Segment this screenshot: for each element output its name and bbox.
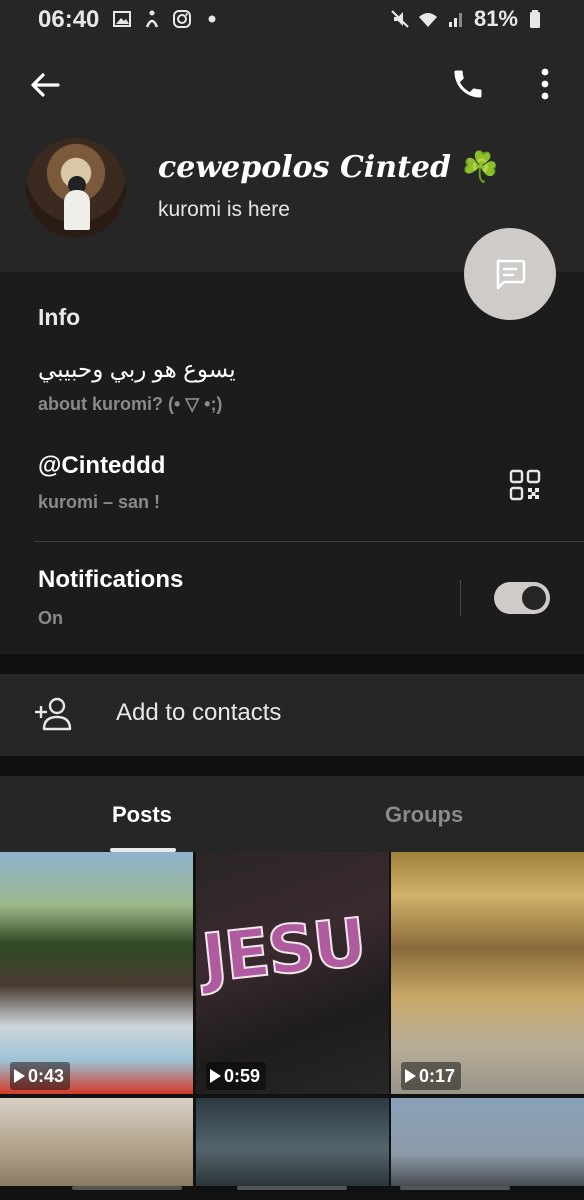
signal-icon xyxy=(448,13,462,27)
system-nav-bar xyxy=(0,1186,584,1200)
nav-back-hint[interactable] xyxy=(400,1186,510,1190)
wifi-icon xyxy=(418,13,437,27)
play-icon xyxy=(405,1069,416,1083)
mute-icon xyxy=(391,10,409,28)
video-duration-badge: 0:59 xyxy=(206,1062,267,1090)
toggle-knob xyxy=(520,584,548,612)
add-to-contacts-label: Add to contacts xyxy=(116,699,282,726)
profile-name: cewepolos Cinted ☘️ xyxy=(158,150,499,185)
divider xyxy=(34,541,584,542)
nav-home-hint[interactable] xyxy=(237,1186,347,1190)
more-vert-icon[interactable] xyxy=(528,66,562,102)
section-gap xyxy=(0,654,584,674)
video-duration: 0:17 xyxy=(419,1065,456,1086)
posts-grid: 0:43 JESU 0:59 0:17 xyxy=(0,852,584,1200)
profile-status: kuromi is here xyxy=(158,198,290,221)
video-duration: 0:43 xyxy=(28,1065,65,1086)
video-duration: 0:59 xyxy=(224,1065,261,1086)
avatar[interactable] xyxy=(26,138,126,238)
phone-icon[interactable] xyxy=(450,66,486,102)
post-thumbnail[interactable] xyxy=(196,1098,389,1200)
post-overlay-text: JESU xyxy=(197,903,369,999)
info-section: Info يسوع هو ربي وحبيبي about kuromi? (•… xyxy=(0,272,584,654)
battery-percent: 81% xyxy=(473,6,518,31)
notifications-title[interactable]: Notifications xyxy=(38,566,183,594)
battery-icon xyxy=(530,10,540,28)
section-gap xyxy=(0,756,584,776)
accessibility-icon xyxy=(145,10,159,28)
profile-name-text: cewepolos Cinted xyxy=(158,150,451,185)
status-bar: 06:40 81% xyxy=(0,0,584,40)
tab-posts[interactable]: Posts xyxy=(112,802,172,828)
instagram-icon xyxy=(173,10,191,28)
play-icon xyxy=(210,1069,221,1083)
username-label: kuromi – san ! xyxy=(38,492,161,512)
post-thumbnail[interactable]: 0:43 xyxy=(0,852,193,1094)
post-thumbnail[interactable] xyxy=(0,1098,193,1200)
clover-emoji: ☘️ xyxy=(461,150,499,185)
post-thumbnail[interactable] xyxy=(391,1098,584,1200)
bio-label: about kuromi? (• ▽ •;) xyxy=(38,394,223,414)
tab-groups[interactable]: Groups xyxy=(385,802,463,828)
add-person-icon xyxy=(35,697,72,731)
vertical-separator xyxy=(460,580,461,616)
qr-code-icon[interactable] xyxy=(508,468,542,502)
nav-recents-hint[interactable] xyxy=(72,1186,182,1190)
post-thumbnail[interactable]: 0:17 xyxy=(391,852,584,1094)
status-time: 06:40 xyxy=(38,6,100,33)
video-duration-badge: 0:17 xyxy=(401,1062,462,1090)
chat-icon xyxy=(496,259,526,290)
dot-icon xyxy=(208,15,216,23)
message-button[interactable] xyxy=(464,228,556,320)
bio-text[interactable]: يسوع هو ربي وحبيبي xyxy=(38,356,236,383)
video-duration-badge: 0:43 xyxy=(10,1062,71,1090)
notifications-status: On xyxy=(38,608,63,628)
notifications-toggle[interactable] xyxy=(494,582,550,614)
post-thumbnail[interactable]: JESU 0:59 xyxy=(196,852,389,1094)
image-icon xyxy=(113,11,131,27)
add-to-contacts-row[interactable]: Add to contacts xyxy=(0,674,584,756)
profile-tabs: Posts Groups xyxy=(0,776,584,852)
avatar-figure-body xyxy=(64,190,90,230)
username-handle[interactable]: @Cinteddd xyxy=(38,452,165,480)
play-icon xyxy=(14,1069,25,1083)
back-arrow-icon[interactable] xyxy=(28,68,62,102)
info-title: Info xyxy=(38,304,81,330)
